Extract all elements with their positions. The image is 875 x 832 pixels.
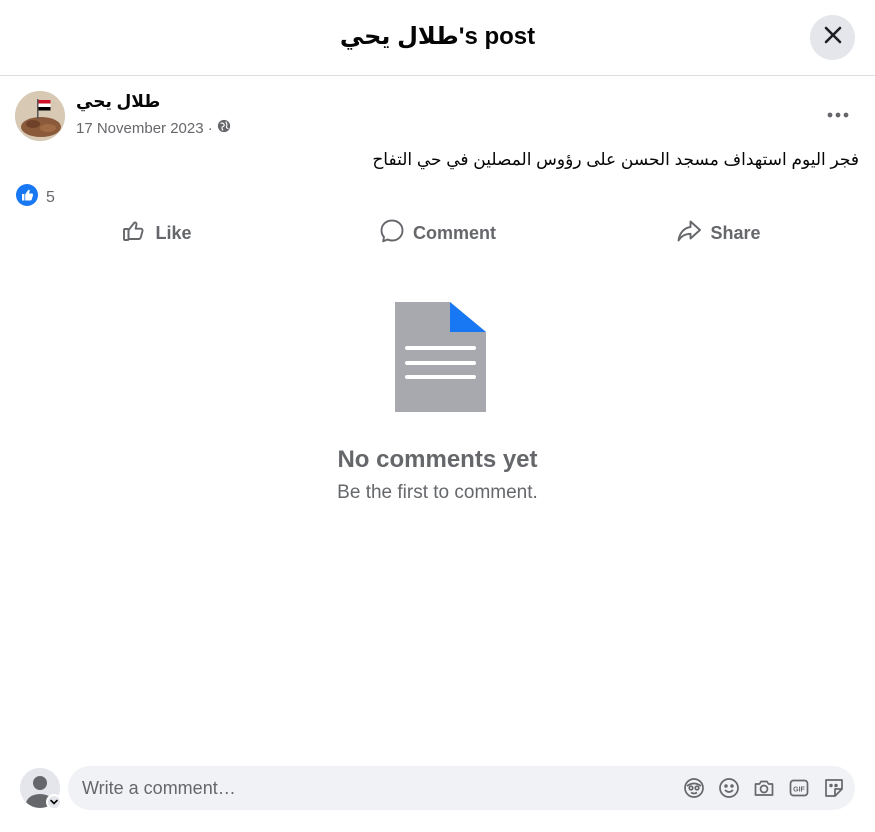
more-horizontal-icon <box>827 105 849 123</box>
comment-composer: GIF <box>68 766 855 810</box>
post-meta: 17 November 2023 · <box>76 119 231 137</box>
close-button[interactable] <box>810 15 855 60</box>
like-label: Like <box>155 222 192 243</box>
empty-state-subtitle: Be the first to comment. <box>337 482 538 503</box>
globe-icon[interactable] <box>217 119 231 137</box>
emoji-icon[interactable] <box>717 776 740 799</box>
share-arrow-icon <box>676 218 702 249</box>
svg-text:GIF: GIF <box>793 786 805 793</box>
comment-label: Comment <box>412 222 496 243</box>
reaction-count: 5 <box>46 188 55 206</box>
sticker-icon[interactable] <box>822 776 845 799</box>
comment-input[interactable] <box>82 766 642 810</box>
more-options-button[interactable] <box>818 98 858 130</box>
post-dialog: طلال يحي's post طلال يحي 17 November 202… <box>0 0 875 832</box>
post-actions: Like Comment Share <box>16 212 859 254</box>
share-label: Share <box>710 222 761 243</box>
post-date[interactable]: 17 November 2023 · <box>76 120 213 137</box>
empty-state-title: No comments yet <box>337 446 538 473</box>
author-name[interactable]: طلال يحي <box>76 92 160 112</box>
user-avatar[interactable] <box>20 768 62 810</box>
composer-toolbar: GIF <box>682 776 845 799</box>
comment-button[interactable]: Comment <box>297 212 578 254</box>
gif-icon[interactable]: GIF <box>787 776 810 799</box>
thumbs-up-icon <box>121 218 147 249</box>
post-text: فجر اليوم استهداف مسجد الحسن على رؤوس ال… <box>372 150 859 169</box>
share-button[interactable]: Share <box>578 212 859 254</box>
avatar-sticker-icon[interactable] <box>682 776 705 799</box>
comment-bubble-icon <box>379 218 405 249</box>
close-icon <box>823 25 843 50</box>
dialog-title: طلال يحي's post <box>339 23 536 50</box>
chevron-down-icon[interactable] <box>46 794 62 810</box>
document-icon <box>395 302 486 417</box>
dialog-header: طلال يحي's post <box>0 0 875 76</box>
camera-icon[interactable] <box>752 776 775 799</box>
like-button[interactable]: Like <box>16 212 297 254</box>
author-avatar[interactable] <box>15 91 65 141</box>
like-reaction-icon <box>16 184 38 211</box>
reactions-summary[interactable]: 5 <box>16 184 55 211</box>
